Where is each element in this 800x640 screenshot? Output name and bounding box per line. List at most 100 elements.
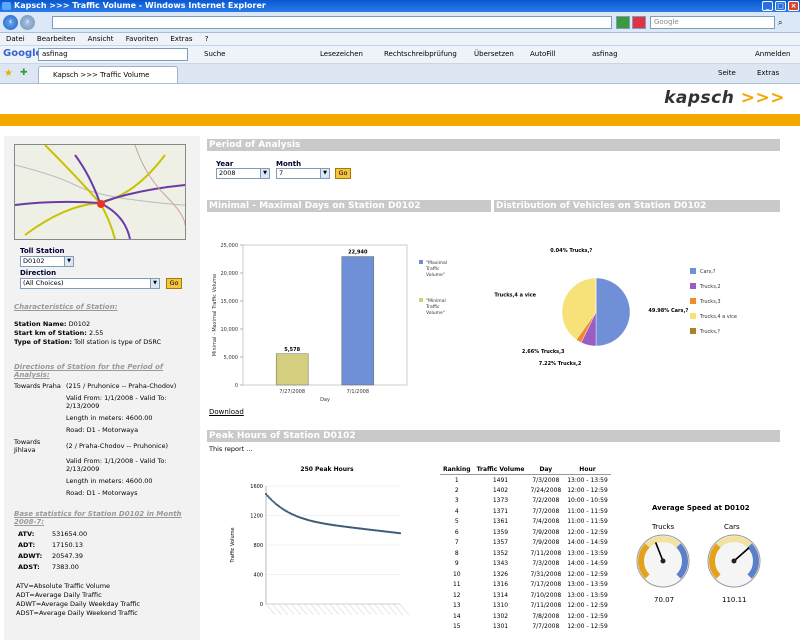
autofill-button[interactable]: AutoFill xyxy=(530,50,556,58)
search-icon[interactable]: ⌕ xyxy=(778,18,782,28)
toll-station-label: Toll Station xyxy=(20,247,65,255)
download-link[interactable]: Download xyxy=(209,408,244,416)
table-cell: 9 xyxy=(454,560,459,568)
report-text: This report ... xyxy=(209,445,253,453)
dir2-road: Road: D1 - Motorways xyxy=(66,489,138,497)
peak-hours-title: Peak Hours of Station D0102 xyxy=(207,430,780,442)
station-go-button[interactable]: Go xyxy=(166,278,182,289)
table-row: 13 1310 7/11/2008 12:00 - 12:59 xyxy=(440,601,611,612)
google-search-input[interactable]: asfinag xyxy=(38,48,188,61)
stat-key: ATV: xyxy=(18,530,35,538)
menu-ansicht[interactable]: Ansicht xyxy=(88,35,114,43)
window-title: Kapsch >>> Traffic Volume - Windows Inte… xyxy=(14,1,266,10)
address-row: ‹ › Google ⌕ xyxy=(0,12,800,33)
minimize-button[interactable]: _ xyxy=(762,1,773,11)
x-tick-label: 7/27/2008 xyxy=(279,389,305,395)
legend-swatch xyxy=(690,268,696,274)
table-cell: 7/4/2008 xyxy=(532,518,560,526)
y-tick-label: 800 xyxy=(253,543,263,549)
table-cell: 13:00 - 13:59 xyxy=(567,591,608,599)
legend-label: Traffic xyxy=(425,266,440,272)
legend-swatch xyxy=(690,283,696,289)
y-tick-label: 1600 xyxy=(250,484,263,490)
dir1-length: Length in meters: 4600.00 xyxy=(66,414,153,422)
line-series xyxy=(265,493,401,534)
table-cell: 1310 xyxy=(492,602,509,610)
gauge-hub xyxy=(731,558,737,564)
ranking-table: Ranking Traffic Volume Day Hour 1 1491 7/3/20… xyxy=(440,464,611,632)
line-chart-title: 250 Peak Hours xyxy=(300,466,354,473)
month-label: Month xyxy=(276,160,302,168)
google-toolbar: Google asfinag Suche Lesezeichen Rechtsc… xyxy=(0,46,800,64)
menu-bearbeiten[interactable]: Bearbeiten xyxy=(37,35,75,43)
browser-search-input[interactable]: Google xyxy=(650,16,775,29)
refresh-icon[interactable] xyxy=(616,16,630,29)
table-row: 9 1343 7/3/2008 14:00 - 14:59 xyxy=(440,559,611,570)
forward-icon[interactable]: › xyxy=(20,15,35,30)
table-row: 6 1359 7/9/2008 12:00 - 12:59 xyxy=(440,527,611,538)
station-map[interactable] xyxy=(14,144,186,240)
google-search-button[interactable]: Suche xyxy=(204,50,225,58)
menu-help[interactable]: ? xyxy=(205,35,209,43)
table-cell: 10:00 - 10:59 xyxy=(567,497,608,505)
year-select[interactable]: 2008 ▼ xyxy=(216,168,270,179)
legend-swatch xyxy=(690,298,696,304)
back-icon[interactable]: ‹ xyxy=(3,15,18,30)
table-cell: 7/7/2008 xyxy=(532,507,560,515)
table-cell: 1371 xyxy=(492,507,509,515)
direction-select[interactable]: (All Choices) ▼ xyxy=(20,278,160,289)
asfinag-button[interactable]: asfinag xyxy=(592,50,618,58)
table-cell: 7/11/2008 xyxy=(530,549,562,557)
table-cell: 1352 xyxy=(492,549,509,557)
y-tick-label: 0 xyxy=(260,602,263,608)
table-row: 4 1371 7/7/2008 11:00 - 11:59 xyxy=(440,506,611,517)
month-select[interactable]: 7 ▼ xyxy=(276,168,330,179)
tab-row: ★ ✚ Kapsch >>> Traffic Volume Seite Extr… xyxy=(0,64,800,84)
table-cell: 1359 xyxy=(492,528,509,536)
table-cell: 2 xyxy=(454,486,459,494)
direction-label: Direction xyxy=(20,269,57,277)
bar-data-label: 5,578 xyxy=(284,347,300,353)
table-cell: 1 xyxy=(454,476,459,484)
close-window-button[interactable]: × xyxy=(788,1,799,11)
translate-button[interactable]: Übersetzen xyxy=(474,50,514,58)
favorites-star-icon[interactable]: ★ xyxy=(4,68,13,79)
y-tick-label: 0 xyxy=(235,383,238,389)
table-row: 2 1402 7/24/2008 12:00 - 12:59 xyxy=(440,485,611,496)
table-cell: 1402 xyxy=(492,486,509,494)
pie-slice xyxy=(595,277,631,347)
table-row: 7 1357 7/9/2008 14:00 - 14:59 xyxy=(440,538,611,549)
y-tick-label: 15,000 xyxy=(221,299,239,305)
characteristics-heading: Characteristics of Station: xyxy=(14,303,118,311)
y-axis-label: Minimal - Maximal Traffic Volume xyxy=(212,274,218,356)
ie-icon xyxy=(2,2,11,10)
anmelden-button[interactable]: Anmelden xyxy=(755,50,790,58)
tab-traffic-volume[interactable]: Kapsch >>> Traffic Volume xyxy=(38,66,178,83)
tools-menu-button[interactable]: Extras xyxy=(757,69,779,77)
station-name-row: Station Name: D0102 xyxy=(14,320,91,328)
y-tick-label: 1200 xyxy=(250,514,263,520)
period-go-button[interactable]: Go xyxy=(335,168,351,179)
pie-slice-label: 49.98% Cars,? xyxy=(648,308,688,314)
legend-adst: ADST=Average Daily Weekend Traffic xyxy=(16,609,138,617)
table-row: 10 1326 7/31/2008 12:00 - 12:59 xyxy=(440,569,611,580)
chevron-down-icon: ▼ xyxy=(64,257,73,266)
menu-datei[interactable]: Datei xyxy=(6,35,25,43)
add-favorite-icon[interactable]: ✚ xyxy=(20,68,28,78)
dir2-length: Length in meters: 4600.00 xyxy=(66,477,153,485)
menu-extras[interactable]: Extras xyxy=(170,35,192,43)
page-menu-button[interactable]: Seite xyxy=(718,69,736,77)
spellcheck-button[interactable]: Rechtschreibprüfung xyxy=(384,50,457,58)
legend-adt: ADT=Average Daily Traffic xyxy=(16,591,102,599)
y-axis-label-group: Traffic Volume xyxy=(230,527,236,563)
year-label: Year xyxy=(216,160,234,168)
stop-icon[interactable] xyxy=(632,16,646,29)
address-field[interactable] xyxy=(52,16,612,29)
menu-favoriten[interactable]: Favoriten xyxy=(126,35,158,43)
maximize-button[interactable]: □ xyxy=(775,1,786,11)
bookmarks-button[interactable]: Lesezeichen xyxy=(320,50,363,58)
table-cell: 7/3/2008 xyxy=(532,476,560,484)
table-cell: 7/9/2008 xyxy=(532,539,560,547)
toll-station-select[interactable]: D0102 ▼ xyxy=(20,256,74,267)
ranking-header-row: Ranking Traffic Volume Day Hour xyxy=(440,464,611,475)
